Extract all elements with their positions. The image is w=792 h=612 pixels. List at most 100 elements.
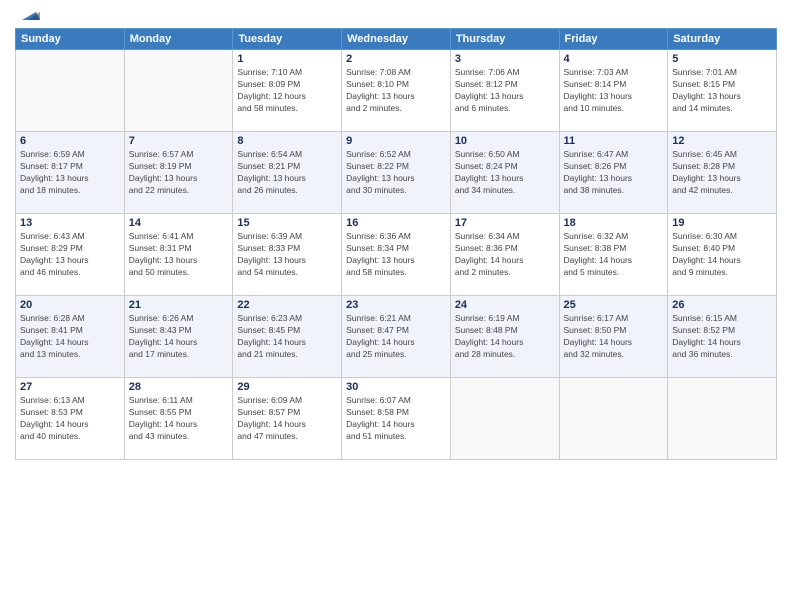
calendar-week-row: 20 Sunrise: 6:28 AM Sunset: 8:41 PM Dayli…: [16, 296, 777, 378]
day-number: 19: [672, 217, 772, 229]
day-number: 10: [455, 135, 555, 147]
day-info: Sunrise: 6:15 AM Sunset: 8:52 PM Dayligh…: [672, 313, 772, 361]
day-info: Sunrise: 6:17 AM Sunset: 8:50 PM Dayligh…: [564, 313, 664, 361]
calendar-cell: 21Sunrise: 6:26 AM Sunset: 8:43 PM Dayli…: [124, 296, 233, 378]
day-info: Sunrise: 6:59 AM Sunset: 8:17 PM Dayligh…: [20, 149, 120, 197]
calendar-cell: [559, 378, 668, 460]
day-info: Sunrise: 6:23 AM Sunset: 8:45 PM Dayligh…: [237, 313, 337, 361]
day-number: 13: [20, 217, 120, 229]
calendar-cell: 12 Sunrise: 6:45 AM Sunset: 8:28 PM Dayli…: [668, 132, 777, 214]
calendar-cell: 27 Sunrise: 6:13 AM Sunset: 8:53 PM Dayli…: [16, 378, 125, 460]
calendar-cell: 1Sunrise: 7:10 AM Sunset: 8:09 PM Daylig…: [233, 50, 342, 132]
day-info: Sunrise: 6:41 AM Sunset: 8:31 PM Dayligh…: [129, 231, 229, 279]
day-number: 3: [455, 53, 555, 65]
day-info: Sunrise: 6:57 AM Sunset: 8:19 PM Dayligh…: [129, 149, 229, 197]
day-info: Sunrise: 6:07 AM Sunset: 8:58 PM Dayligh…: [346, 395, 446, 443]
calendar-cell: 22 Sunrise: 6:23 AM Sunset: 8:45 PM Dayli…: [233, 296, 342, 378]
calendar-cell: 16 Sunrise: 6:36 AM Sunset: 8:34 PM Dayli…: [342, 214, 451, 296]
day-number: 26: [672, 299, 772, 311]
calendar-cell: 23Sunrise: 6:21 AM Sunset: 8:47 PM Dayli…: [342, 296, 451, 378]
calendar-cell: 19 Sunrise: 6:30 AM Sunset: 8:40 PM Dayli…: [668, 214, 777, 296]
calendar-table: SundayMondayTuesdayWednesdayThursdayFrid…: [15, 28, 777, 460]
calendar-cell: 28Sunrise: 6:11 AM Sunset: 8:55 PM Dayli…: [124, 378, 233, 460]
day-number: 18: [564, 217, 664, 229]
day-info: Sunrise: 7:08 AM Sunset: 8:10 PM Dayligh…: [346, 67, 446, 115]
day-number: 11: [564, 135, 664, 147]
day-number: 27: [20, 381, 120, 393]
day-number: 5: [672, 53, 772, 65]
day-number: 15: [237, 217, 337, 229]
logo-icon: [18, 2, 40, 24]
logo: [15, 10, 40, 20]
calendar-cell: 25 Sunrise: 6:17 AM Sunset: 8:50 PM Dayli…: [559, 296, 668, 378]
calendar-cell: [668, 378, 777, 460]
day-number: 30: [346, 381, 446, 393]
calendar-header-friday: Friday: [559, 29, 668, 50]
day-info: Sunrise: 6:52 AM Sunset: 8:22 PM Dayligh…: [346, 149, 446, 197]
calendar-cell: 4Sunrise: 7:03 AM Sunset: 8:14 PM Daylig…: [559, 50, 668, 132]
calendar-cell: 17 Sunrise: 6:34 AM Sunset: 8:36 PM Dayli…: [450, 214, 559, 296]
calendar-week-row: 1Sunrise: 7:10 AM Sunset: 8:09 PM Daylig…: [16, 50, 777, 132]
day-info: Sunrise: 7:01 AM Sunset: 8:15 PM Dayligh…: [672, 67, 772, 115]
day-info: Sunrise: 6:45 AM Sunset: 8:28 PM Dayligh…: [672, 149, 772, 197]
day-number: 21: [129, 299, 229, 311]
day-info: Sunrise: 6:54 AM Sunset: 8:21 PM Dayligh…: [237, 149, 337, 197]
day-number: 6: [20, 135, 120, 147]
day-info: Sunrise: 6:30 AM Sunset: 8:40 PM Dayligh…: [672, 231, 772, 279]
calendar-cell: 2 Sunrise: 7:08 AM Sunset: 8:10 PM Daylig…: [342, 50, 451, 132]
calendar-cell: 24 Sunrise: 6:19 AM Sunset: 8:48 PM Dayli…: [450, 296, 559, 378]
day-number: 17: [455, 217, 555, 229]
day-info: Sunrise: 6:34 AM Sunset: 8:36 PM Dayligh…: [455, 231, 555, 279]
day-info: Sunrise: 7:03 AM Sunset: 8:14 PM Dayligh…: [564, 67, 664, 115]
calendar-cell: 14 Sunrise: 6:41 AM Sunset: 8:31 PM Dayli…: [124, 214, 233, 296]
calendar-cell: 30 Sunrise: 6:07 AM Sunset: 8:58 PM Dayli…: [342, 378, 451, 460]
calendar-cell: 15 Sunrise: 6:39 AM Sunset: 8:33 PM Dayli…: [233, 214, 342, 296]
day-info: Sunrise: 6:32 AM Sunset: 8:38 PM Dayligh…: [564, 231, 664, 279]
calendar-header-thursday: Thursday: [450, 29, 559, 50]
day-number: 20: [20, 299, 120, 311]
day-info: Sunrise: 7:06 AM Sunset: 8:12 PM Dayligh…: [455, 67, 555, 115]
header: [15, 10, 777, 20]
calendar-header-wednesday: Wednesday: [342, 29, 451, 50]
day-number: 1: [237, 53, 337, 65]
day-number: 9: [346, 135, 446, 147]
calendar-cell: 11Sunrise: 6:47 AM Sunset: 8:26 PM Dayli…: [559, 132, 668, 214]
day-number: 7: [129, 135, 229, 147]
day-info: Sunrise: 6:43 AM Sunset: 8:29 PM Dayligh…: [20, 231, 120, 279]
page: SundayMondayTuesdayWednesdayThursdayFrid…: [0, 0, 792, 612]
day-number: 14: [129, 217, 229, 229]
day-info: Sunrise: 6:13 AM Sunset: 8:53 PM Dayligh…: [20, 395, 120, 443]
day-info: Sunrise: 6:50 AM Sunset: 8:24 PM Dayligh…: [455, 149, 555, 197]
calendar-cell: 18 Sunrise: 6:32 AM Sunset: 8:38 PM Dayli…: [559, 214, 668, 296]
calendar-cell: 6 Sunrise: 6:59 AM Sunset: 8:17 PM Daylig…: [16, 132, 125, 214]
calendar-cell: 8 Sunrise: 6:54 AM Sunset: 8:21 PM Daylig…: [233, 132, 342, 214]
day-number: 25: [564, 299, 664, 311]
calendar-cell: [16, 50, 125, 132]
calendar-cell: 26 Sunrise: 6:15 AM Sunset: 8:52 PM Dayli…: [668, 296, 777, 378]
day-number: 2: [346, 53, 446, 65]
day-number: 16: [346, 217, 446, 229]
calendar-cell: 9 Sunrise: 6:52 AM Sunset: 8:22 PM Daylig…: [342, 132, 451, 214]
day-number: 22: [237, 299, 337, 311]
day-number: 8: [237, 135, 337, 147]
calendar-cell: 10 Sunrise: 6:50 AM Sunset: 8:24 PM Dayli…: [450, 132, 559, 214]
calendar-header-row: SundayMondayTuesdayWednesdayThursdayFrid…: [16, 29, 777, 50]
calendar-cell: 13 Sunrise: 6:43 AM Sunset: 8:29 PM Dayli…: [16, 214, 125, 296]
day-info: Sunrise: 6:11 AM Sunset: 8:55 PM Dayligh…: [129, 395, 229, 443]
day-number: 29: [237, 381, 337, 393]
day-info: Sunrise: 6:19 AM Sunset: 8:48 PM Dayligh…: [455, 313, 555, 361]
day-info: Sunrise: 6:39 AM Sunset: 8:33 PM Dayligh…: [237, 231, 337, 279]
day-number: 24: [455, 299, 555, 311]
day-info: Sunrise: 6:09 AM Sunset: 8:57 PM Dayligh…: [237, 395, 337, 443]
calendar-cell: 29 Sunrise: 6:09 AM Sunset: 8:57 PM Dayli…: [233, 378, 342, 460]
day-info: Sunrise: 6:28 AM Sunset: 8:41 PM Dayligh…: [20, 313, 120, 361]
calendar-cell: 3 Sunrise: 7:06 AM Sunset: 8:12 PM Daylig…: [450, 50, 559, 132]
calendar-header-tuesday: Tuesday: [233, 29, 342, 50]
day-number: 12: [672, 135, 772, 147]
day-info: Sunrise: 6:36 AM Sunset: 8:34 PM Dayligh…: [346, 231, 446, 279]
calendar-header-monday: Monday: [124, 29, 233, 50]
calendar-cell: 7 Sunrise: 6:57 AM Sunset: 8:19 PM Daylig…: [124, 132, 233, 214]
calendar-cell: [450, 378, 559, 460]
calendar-cell: [124, 50, 233, 132]
calendar-header-sunday: Sunday: [16, 29, 125, 50]
